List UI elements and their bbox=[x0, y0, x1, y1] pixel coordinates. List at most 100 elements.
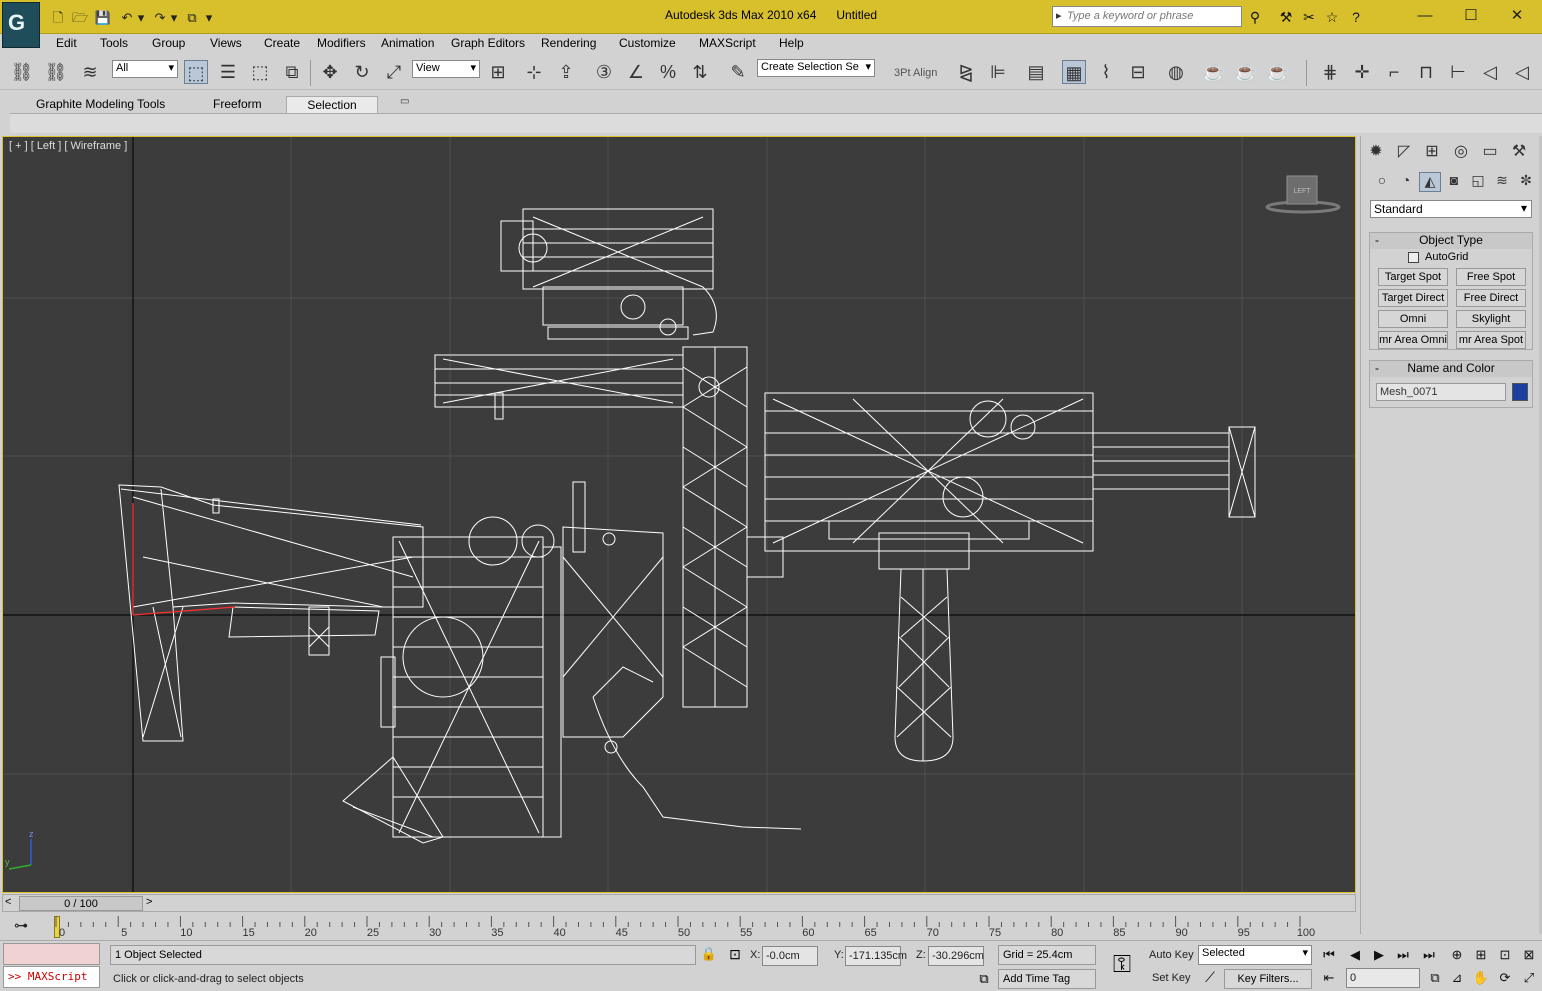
reference-coordinate-select[interactable]: View bbox=[412, 60, 480, 78]
minimize-button[interactable]: — bbox=[1402, 4, 1448, 28]
utilities-tab-icon[interactable]: ⚒ bbox=[1506, 140, 1532, 164]
percent-snap-icon[interactable]: % bbox=[656, 60, 680, 84]
time-next-icon[interactable]: > bbox=[146, 896, 152, 908]
ribbon-options-icon[interactable]: ▭ bbox=[400, 96, 414, 108]
set-key-button[interactable]: Set Key bbox=[1152, 972, 1191, 984]
add-time-tag-button[interactable]: Add Time Tag bbox=[998, 969, 1096, 989]
communication-center-icon[interactable]: ✂ bbox=[1299, 7, 1319, 27]
space-warps-icon[interactable]: ≋ bbox=[1491, 172, 1513, 192]
absolute-mode-transform-icon[interactable]: ⊡ bbox=[726, 946, 744, 964]
graphite-toggle-icon[interactable]: ▦ bbox=[1062, 60, 1086, 84]
time-tag-icon[interactable]: ⧉ bbox=[975, 971, 993, 989]
maxscript-mini-listener[interactable]: >> MAXScript bbox=[3, 966, 100, 988]
auto-key-button[interactable]: Auto Key bbox=[1149, 949, 1194, 961]
shapes-icon[interactable]: ◔ bbox=[1395, 172, 1417, 192]
object-type-header[interactable]: - Object Type bbox=[1370, 233, 1532, 249]
target-direct-button[interactable]: Target Direct bbox=[1378, 289, 1448, 307]
rendered-frame-window-icon[interactable]: ☕ bbox=[1234, 60, 1258, 84]
time-configuration-icon[interactable]: ⧉ bbox=[1424, 968, 1446, 988]
rectangular-selection-icon[interactable]: ⬚ bbox=[248, 60, 272, 84]
object-color-swatch[interactable] bbox=[1512, 383, 1528, 401]
target-spot-button[interactable]: Target Spot bbox=[1378, 268, 1448, 286]
free-spot-button[interactable]: Free Spot bbox=[1456, 268, 1526, 286]
material-editor-icon[interactable]: ◍ bbox=[1164, 60, 1188, 84]
menu-tools[interactable]: Tools bbox=[100, 36, 128, 50]
tab-freeform[interactable]: Freeform bbox=[199, 96, 276, 114]
extra-tool-7-icon[interactable]: ◁ bbox=[1510, 60, 1534, 84]
time-slider[interactable]: < 0 / 100 > bbox=[2, 894, 1356, 912]
viewcube[interactable]: LEFT bbox=[1265, 174, 1341, 214]
select-manipulate-icon[interactable]: ⊹ bbox=[522, 60, 546, 84]
geometry-icon[interactable]: ○ bbox=[1371, 172, 1393, 192]
modify-tab-icon[interactable]: ◸ bbox=[1391, 140, 1417, 164]
spinner-snap-icon[interactable]: ⇅ bbox=[688, 60, 712, 84]
pan-view-icon[interactable]: ✋ bbox=[1470, 968, 1492, 988]
layer-manager-icon[interactable]: ▤ bbox=[1024, 60, 1048, 84]
select-and-link-icon[interactable]: ⛓ bbox=[10, 60, 34, 84]
mr-area-spot-button[interactable]: mr Area Spot bbox=[1456, 331, 1526, 349]
zoom-icon[interactable]: ⊕ bbox=[1446, 945, 1468, 965]
cameras-icon[interactable]: ◙ bbox=[1443, 172, 1465, 192]
z-coordinate-field[interactable]: -30.296cm bbox=[928, 946, 984, 966]
play-icon[interactable]: ▶ bbox=[1368, 945, 1390, 965]
window-crossing-icon[interactable]: ⧉ bbox=[280, 60, 304, 84]
tab-selection[interactable]: Selection bbox=[286, 96, 378, 114]
pivot-center-icon[interactable]: ⊞ bbox=[486, 60, 510, 84]
free-direct-button[interactable]: Free Direct bbox=[1456, 289, 1526, 307]
selection-lock-icon[interactable]: 🔒 bbox=[700, 946, 718, 964]
object-name-field[interactable]: Mesh_0071 bbox=[1376, 383, 1506, 401]
mr-area-omni-button[interactable]: mr Area Omni bbox=[1378, 331, 1448, 349]
maximize-button[interactable]: ☐ bbox=[1448, 4, 1494, 28]
menu-customize[interactable]: Customize bbox=[619, 36, 676, 50]
field-of-view-icon[interactable]: ⊿ bbox=[1446, 968, 1468, 988]
subscription-center-icon[interactable]: ⚒ bbox=[1276, 7, 1296, 27]
menu-views[interactable]: Views bbox=[210, 36, 242, 50]
viewcube-graphic[interactable]: LEFT bbox=[1265, 174, 1341, 214]
close-button[interactable]: ✕ bbox=[1494, 4, 1540, 28]
quick-render-icon[interactable]: ☕ bbox=[1266, 60, 1290, 84]
motion-tab-icon[interactable]: ◎ bbox=[1448, 140, 1474, 164]
snaps-toggle-icon[interactable]: ③ bbox=[592, 60, 616, 84]
selection-filter-select[interactable]: All bbox=[112, 60, 178, 78]
menu-group[interactable]: Group bbox=[152, 36, 185, 50]
schematic-view-icon[interactable]: ⊟ bbox=[1126, 60, 1150, 84]
y-coordinate-field[interactable]: -171.135cm bbox=[845, 946, 907, 966]
extra-tool-3-icon[interactable]: ⌐ bbox=[1382, 60, 1406, 84]
x-coordinate-field[interactable]: -0.0cm bbox=[762, 946, 818, 966]
tab-graphite-modeling-tools[interactable]: Graphite Modeling Tools bbox=[22, 96, 179, 114]
favorites-star-icon[interactable]: ☆ bbox=[1322, 7, 1342, 27]
time-prev-icon[interactable]: < bbox=[5, 896, 11, 908]
select-and-move-icon[interactable]: ✥ bbox=[318, 60, 342, 84]
menu-animation[interactable]: Animation bbox=[381, 36, 434, 50]
angle-snap-icon[interactable]: ∠ bbox=[624, 60, 648, 84]
menu-edit[interactable]: Edit bbox=[56, 36, 77, 50]
extra-tool-1-icon[interactable]: ⋕ bbox=[1318, 60, 1342, 84]
unlink-icon[interactable]: ⛓ bbox=[44, 60, 68, 84]
set-key-mode-key-icon[interactable]: ⚿ bbox=[1104, 951, 1140, 981]
extra-tool-2-icon[interactable]: ✛ bbox=[1350, 60, 1374, 84]
create-tab-icon[interactable]: ✹ bbox=[1363, 140, 1389, 164]
next-frame-icon[interactable]: ⏭ bbox=[1392, 945, 1414, 965]
orbit-icon[interactable]: ⟳ bbox=[1494, 968, 1516, 988]
go-to-start-icon[interactable]: ⏮ bbox=[1318, 945, 1340, 965]
previous-frame-icon[interactable]: ◀ bbox=[1344, 945, 1366, 965]
track-bar[interactable]: ⊶ 0 5 10 15 20 25 30 35 40 45 50 55 60 65 70 75 80 85 90 95… bbox=[2, 914, 1356, 940]
go-to-end-icon[interactable]: ⏭ bbox=[1418, 945, 1440, 965]
extra-tool-6-icon[interactable]: ◁ bbox=[1478, 60, 1502, 84]
object-category-select[interactable]: Standard bbox=[1370, 200, 1532, 218]
key-mode-toggle-icon[interactable]: ⇤ bbox=[1318, 968, 1340, 988]
select-object-icon[interactable]: ⬚ bbox=[184, 60, 208, 84]
bind-space-warp-icon[interactable]: ≋ bbox=[78, 60, 102, 84]
key-filters-button[interactable]: Key Filters... bbox=[1224, 969, 1312, 989]
select-and-rotate-icon[interactable]: ↻ bbox=[350, 60, 374, 84]
display-tab-icon[interactable]: ▭ bbox=[1477, 140, 1503, 164]
systems-icon[interactable]: ✼ bbox=[1515, 172, 1537, 192]
extra-tool-4-icon[interactable]: ⊓ bbox=[1414, 60, 1438, 84]
viewport-left[interactable]: [ + ] [ Left ] [ Wireframe ] z y LEFT bbox=[2, 136, 1356, 893]
search-input[interactable]: Type a keyword or phrase bbox=[1052, 6, 1242, 27]
mirror-icon[interactable]: ⧎ bbox=[954, 60, 978, 84]
menu-maxscript[interactable]: MAXScript bbox=[699, 36, 756, 50]
hierarchy-tab-icon[interactable]: ⊞ bbox=[1419, 140, 1445, 164]
curve-editor-icon[interactable]: ⌇ bbox=[1094, 60, 1118, 84]
menu-create[interactable]: Create bbox=[264, 36, 300, 50]
